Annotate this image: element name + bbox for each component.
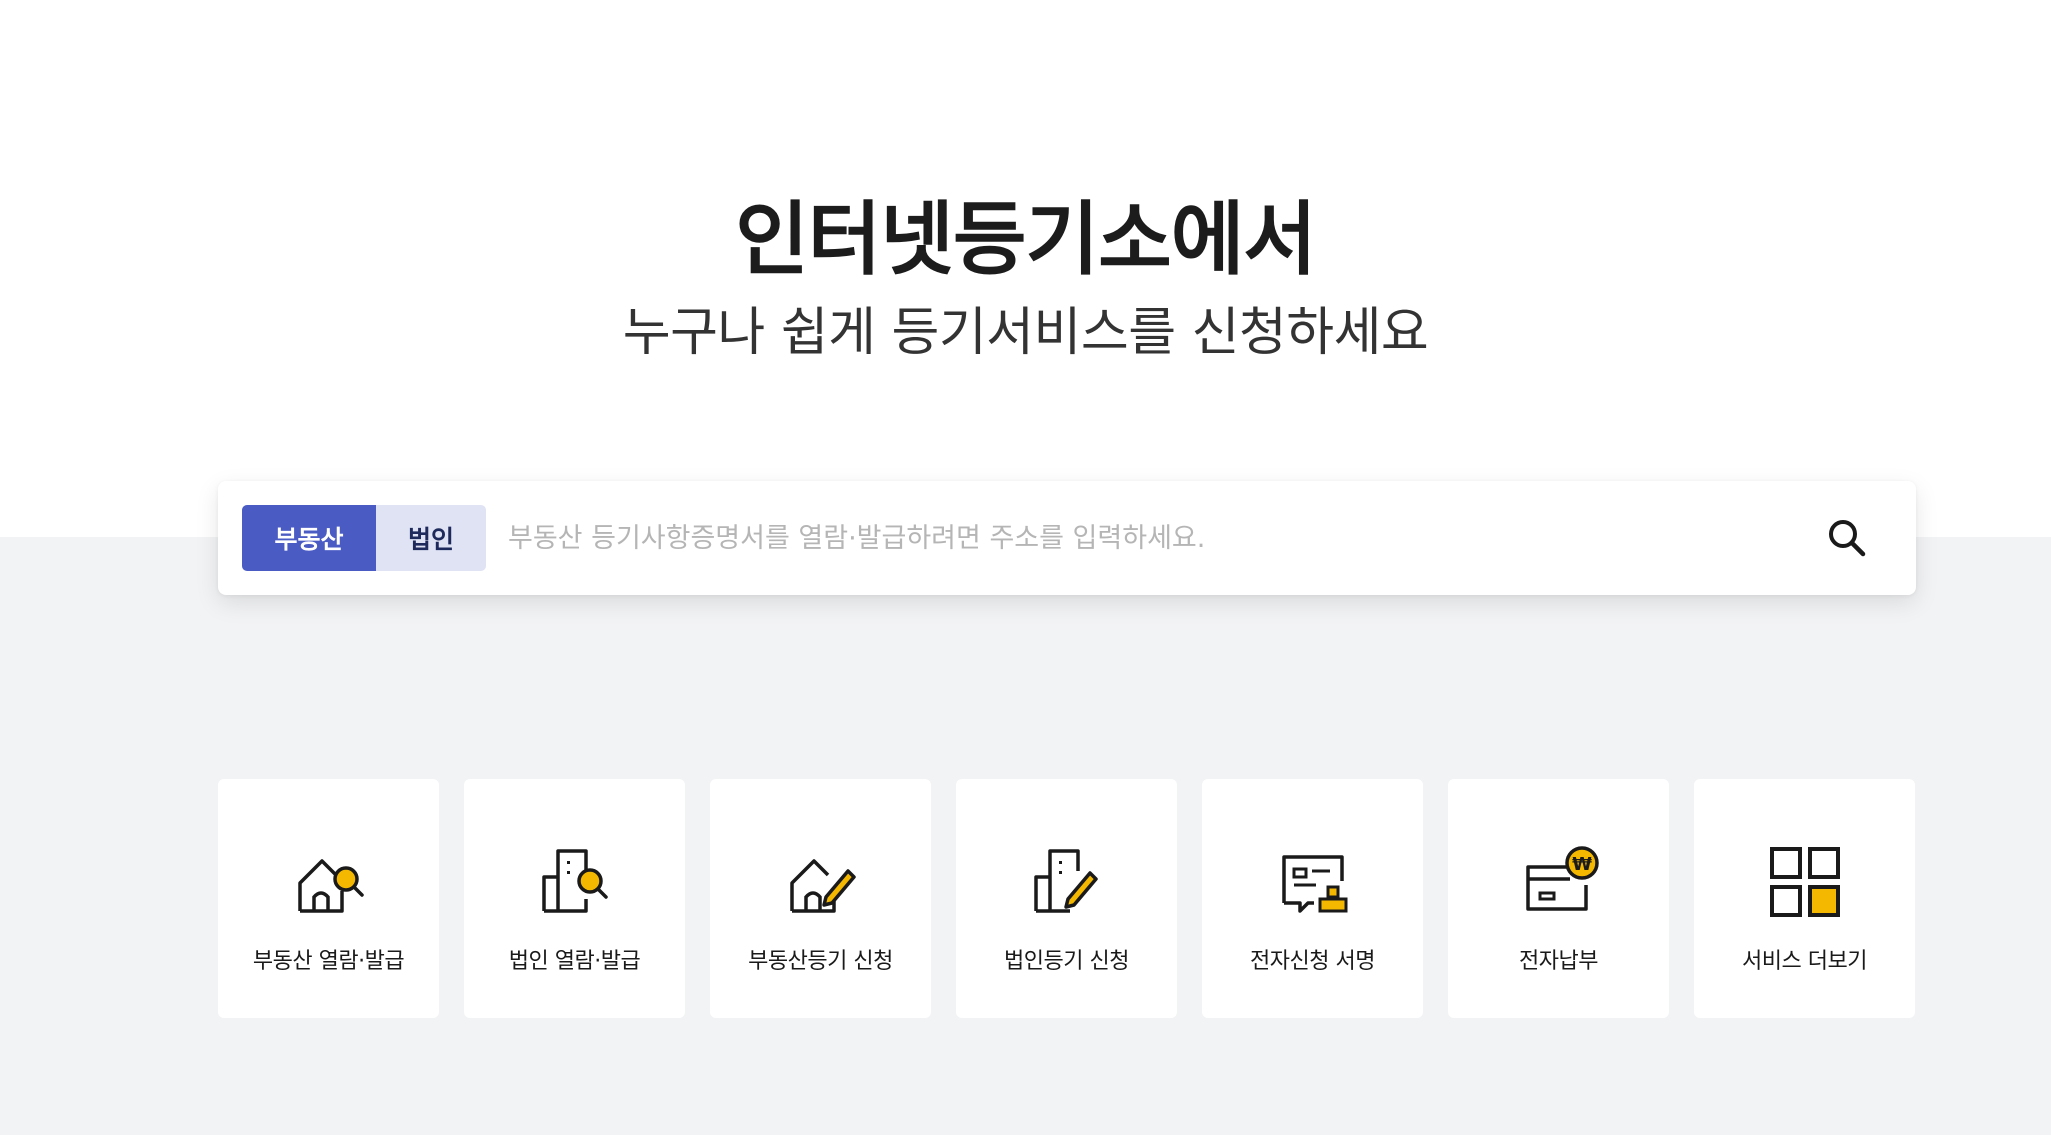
card-corporation-apply[interactable]: 법인등기 신청 bbox=[956, 779, 1177, 1018]
card-won-icon: ₩ bbox=[1525, 846, 1599, 911]
svg-text:₩: ₩ bbox=[1572, 854, 1592, 875]
service-cards: 부동산 열람·발급 법인 열람·발급 부동산등기 신청 법인등기 신청 전자신청… bbox=[218, 779, 1916, 1018]
card-label: 부동산등기 신청 bbox=[748, 949, 893, 974]
card-label: 전자납부 bbox=[1519, 949, 1598, 974]
card-label: 서비스 더보기 bbox=[1742, 949, 1867, 974]
hero: 인터넷등기소에서 누구나 쉽게 등기서비스를 신청하세요 bbox=[0, 190, 2051, 368]
card-label: 부동산 열람·발급 bbox=[252, 949, 405, 974]
document-stamp-icon bbox=[1281, 855, 1347, 913]
card-more-services[interactable]: 서비스 더보기 bbox=[1694, 779, 1915, 1018]
card-label: 법인 열람·발급 bbox=[508, 949, 641, 974]
tab-corporation[interactable]: 법인 bbox=[376, 505, 486, 571]
search-icon bbox=[1829, 520, 1866, 557]
search-tab-group: 부동산 법인 bbox=[242, 505, 486, 571]
page-title: 인터넷등기소에서 bbox=[735, 193, 1317, 286]
card-real-estate-apply[interactable]: 부동산등기 신청 bbox=[710, 779, 931, 1018]
house-pen-icon bbox=[789, 859, 856, 913]
card-e-payment[interactable]: ₩ 전자납부 bbox=[1448, 779, 1669, 1018]
card-corporation-view[interactable]: 법인 열람·발급 bbox=[464, 779, 685, 1018]
search-input[interactable] bbox=[508, 505, 1758, 571]
card-label: 법인등기 신청 bbox=[1004, 949, 1129, 974]
building-search-icon bbox=[541, 849, 608, 913]
grid-icon bbox=[1769, 847, 1840, 917]
card-label: 전자신청 서명 bbox=[1250, 949, 1375, 974]
card-e-signature[interactable]: 전자신청 서명 bbox=[1202, 779, 1423, 1018]
tab-real-estate[interactable]: 부동산 bbox=[242, 505, 376, 571]
card-real-estate-view[interactable]: 부동산 열람·발급 bbox=[218, 779, 439, 1018]
house-search-icon bbox=[297, 859, 364, 913]
search-box: 부동산 법인 bbox=[218, 481, 1916, 595]
page-subtitle: 누구나 쉽게 등기서비스를 신청하세요 bbox=[622, 303, 1429, 363]
search-button[interactable] bbox=[1814, 505, 1880, 571]
building-pen-icon bbox=[1033, 849, 1098, 913]
